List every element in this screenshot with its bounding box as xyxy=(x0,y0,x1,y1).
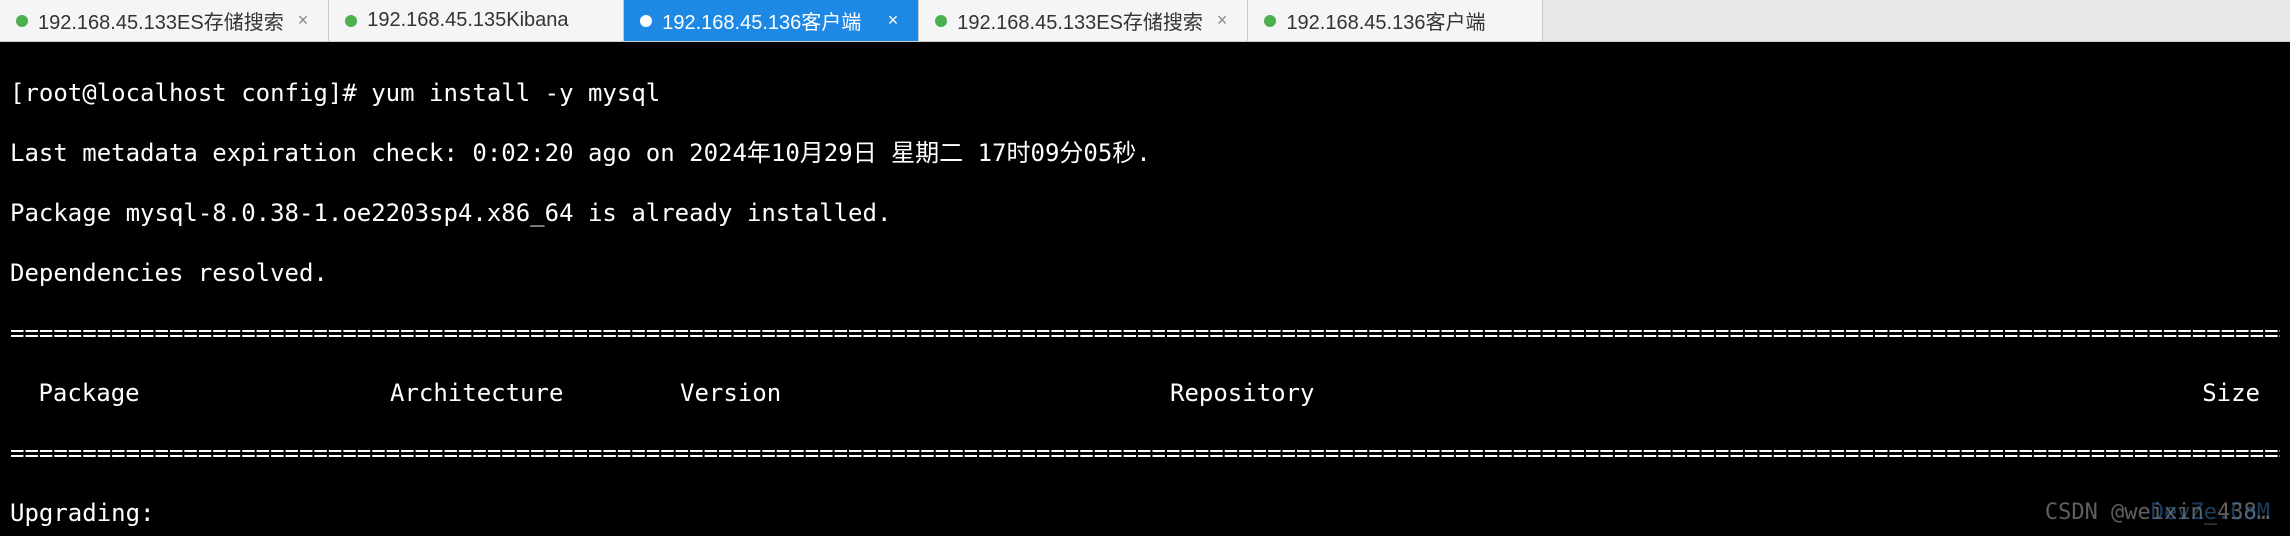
close-icon[interactable]: × xyxy=(1213,10,1232,31)
close-icon[interactable]: × xyxy=(884,10,903,31)
table-header-row: Package Architecture Version Repository … xyxy=(10,378,2280,408)
col-header-arch: Architecture xyxy=(390,378,680,408)
prompt-line: [root@localhost config]# yum install -y … xyxy=(10,78,2280,108)
col-header-package: Package xyxy=(10,378,390,408)
col-header-repo: Repository xyxy=(1170,378,1510,408)
shell-prompt: [root@localhost config]# xyxy=(10,79,371,107)
col-header-size: Size xyxy=(1510,378,2280,408)
col-header-version: Version xyxy=(680,378,1170,408)
tab-label: 192.168.45.136客户端 xyxy=(1286,6,1526,35)
output-line: Last metadata expiration check: 0:02:20 … xyxy=(10,138,2280,168)
tab-bar: 192.168.45.133ES存储搜索 × 192.168.45.135Kib… xyxy=(0,0,2290,42)
shell-command: yum install -y mysql xyxy=(371,79,660,107)
output-line: Package mysql-8.0.38-1.oe2203sp4.x86_64 … xyxy=(10,198,2280,228)
status-dot-icon xyxy=(1264,15,1276,27)
terminal-output[interactable]: [root@localhost config]# yum install -y … xyxy=(0,42,2290,536)
table-divider: ========================================… xyxy=(10,318,2280,348)
tab-0[interactable]: 192.168.45.133ES存储搜索 × xyxy=(0,0,329,41)
table-divider: ========================================… xyxy=(10,438,2280,468)
watermark-text: DevZe.CoM xyxy=(2151,498,2270,528)
tab-3[interactable]: 192.168.45.133ES存储搜索 × xyxy=(919,0,1248,41)
tab-1[interactable]: 192.168.45.135Kibana xyxy=(329,0,624,41)
tab-4[interactable]: 192.168.45.136客户端 xyxy=(1248,0,1543,41)
tab-label: 192.168.45.133ES存储搜索 xyxy=(38,6,284,35)
status-dot-icon xyxy=(345,15,357,27)
status-dot-icon xyxy=(16,15,28,27)
tab-label: 192.168.45.135Kibana xyxy=(367,9,607,32)
tab-2[interactable]: 192.168.45.136客户端 × xyxy=(624,0,919,41)
tab-label: 192.168.45.133ES存储搜索 xyxy=(957,6,1203,35)
output-line: Dependencies resolved. xyxy=(10,258,2280,288)
tab-label: 192.168.45.136客户端 xyxy=(662,6,873,35)
status-dot-icon xyxy=(935,15,947,27)
upgrading-label: Upgrading: xyxy=(10,498,2280,528)
close-icon[interactable]: × xyxy=(294,10,313,31)
status-dot-icon xyxy=(640,15,652,27)
